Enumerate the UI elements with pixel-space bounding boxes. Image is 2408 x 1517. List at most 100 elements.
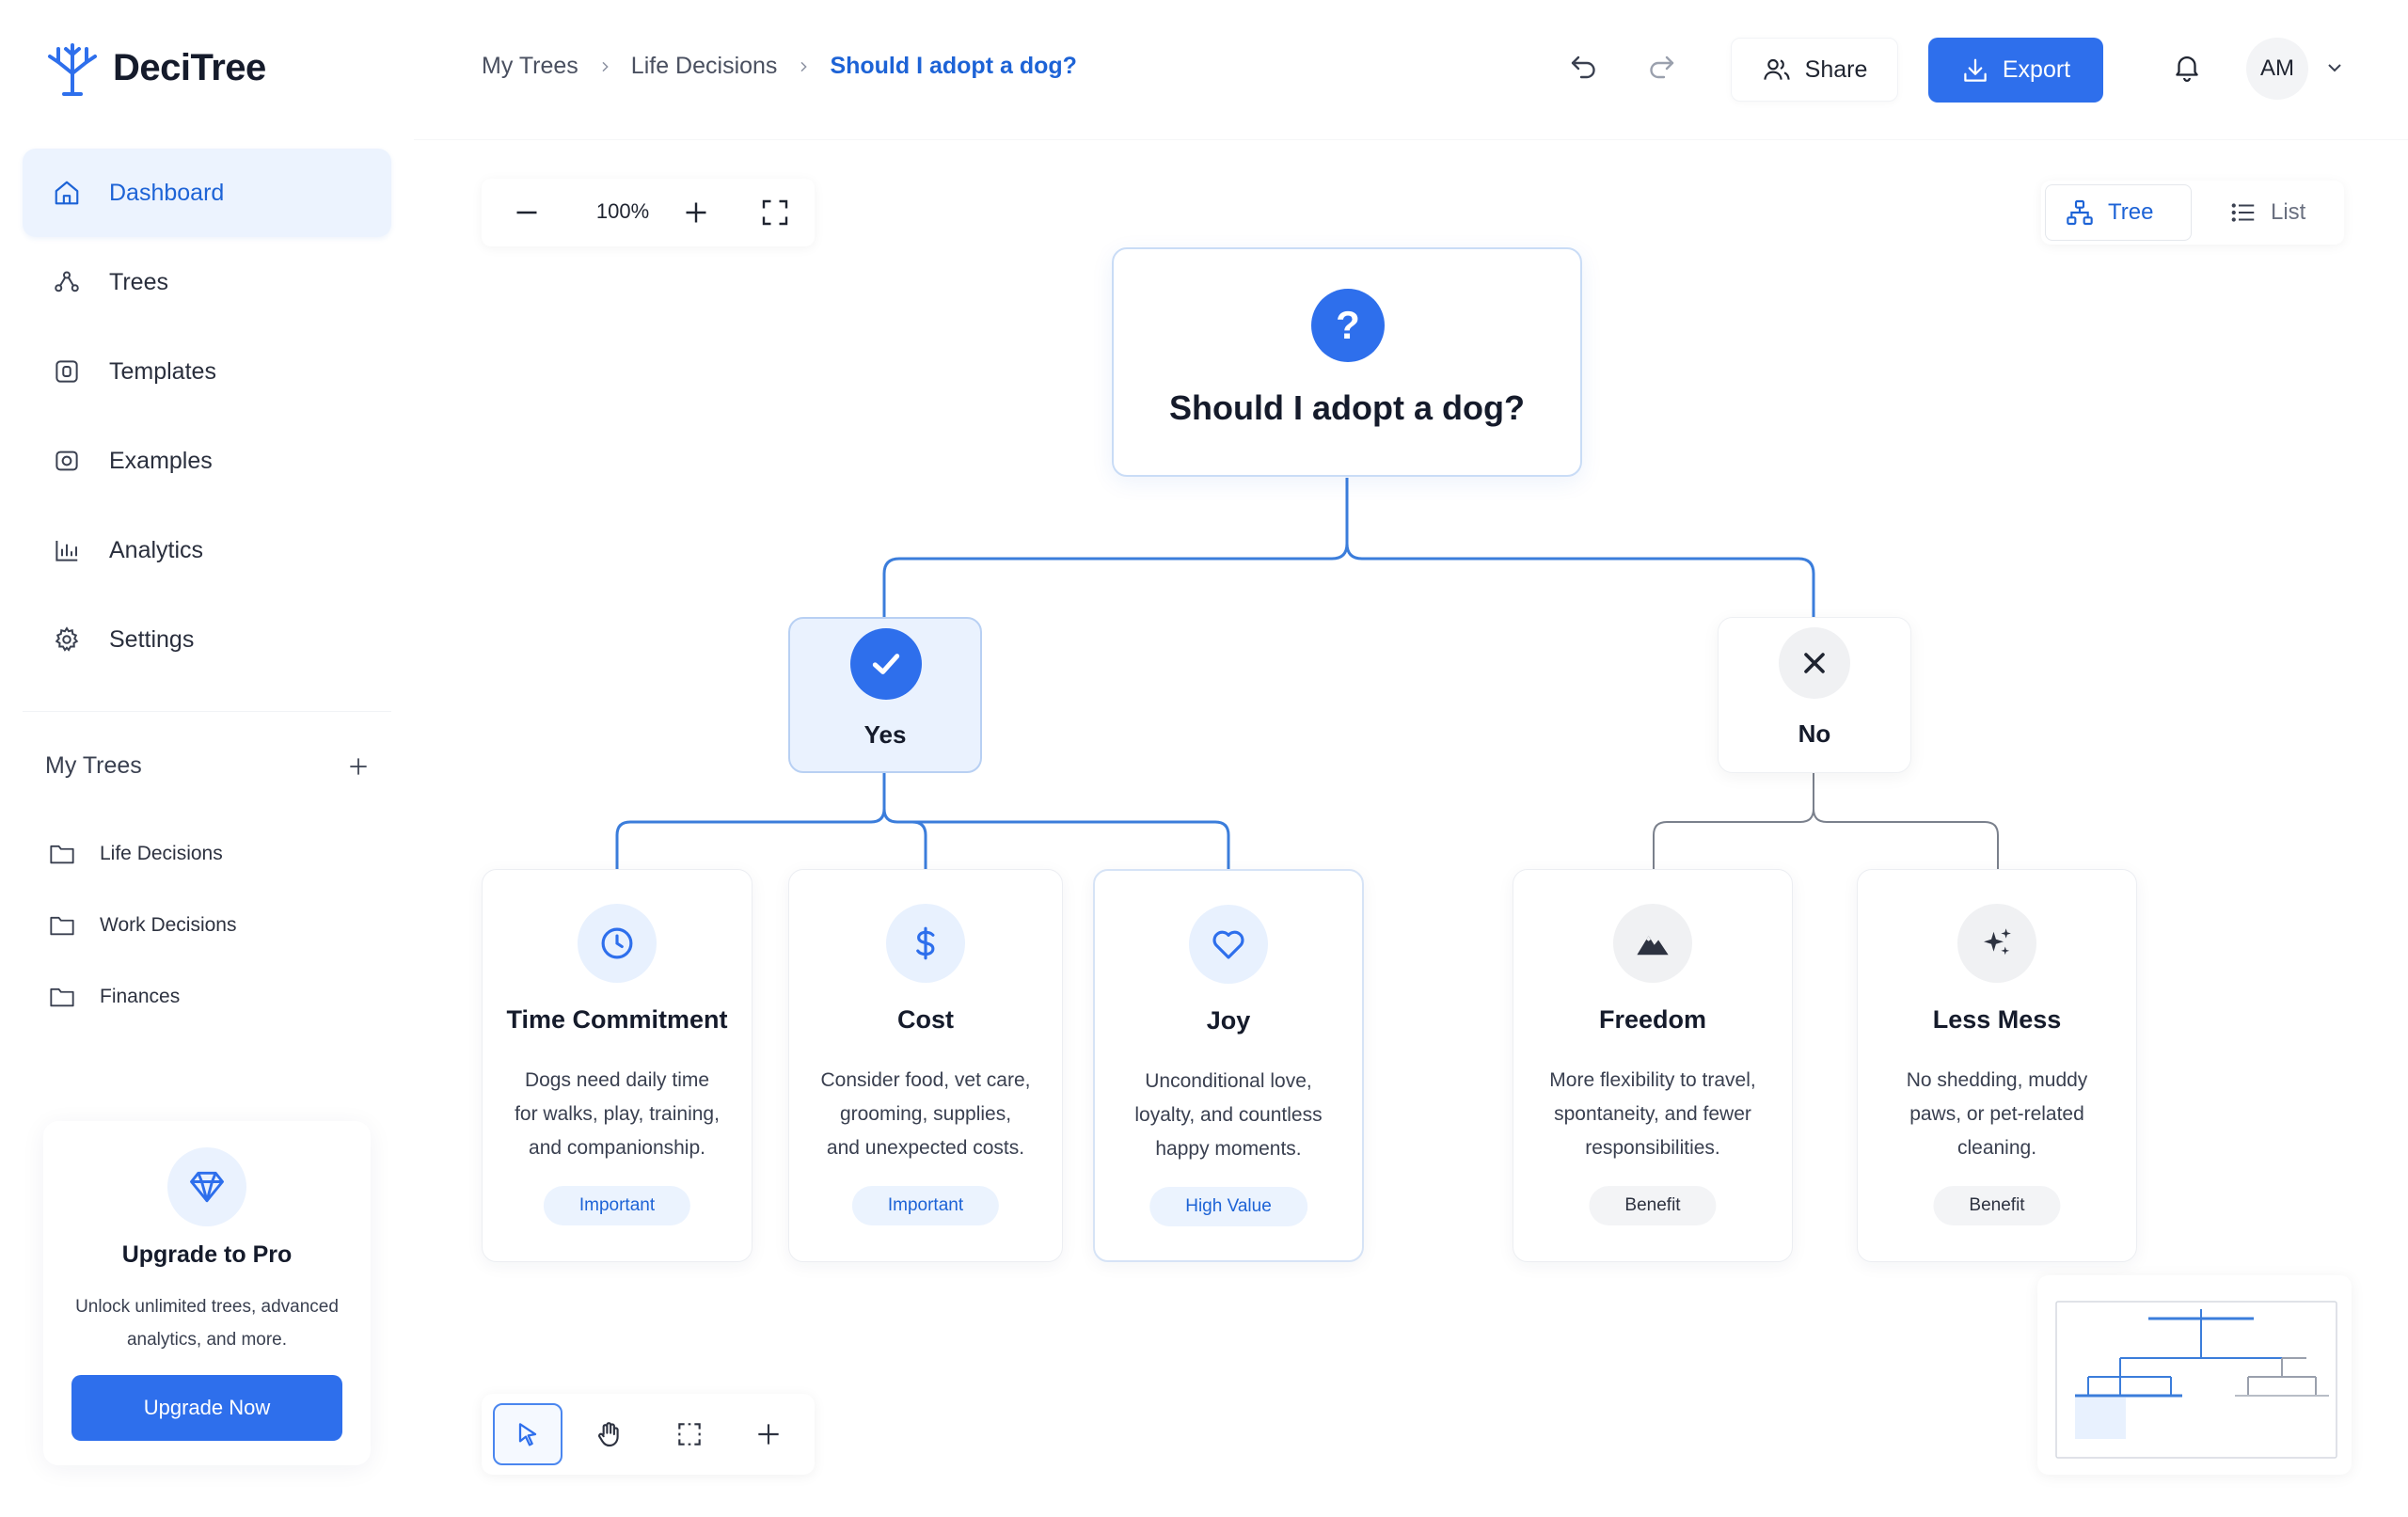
select-tool-button[interactable]	[493, 1403, 562, 1465]
breadcrumb-life-decisions[interactable]: Life Decisions	[631, 53, 778, 80]
tab-tree-view[interactable]: Tree	[2045, 184, 2192, 241]
undo-icon[interactable]	[1567, 49, 1601, 83]
edge-yes-joy	[912, 820, 1230, 869]
nav-item-settings[interactable]: Settings	[23, 595, 391, 684]
app-logo[interactable]: DeciTree	[45, 40, 266, 96]
branch-label: No	[1798, 719, 1831, 748]
zoom-out-icon[interactable]	[510, 196, 544, 229]
branch-node-no[interactable]: No	[1718, 617, 1911, 773]
leaf-desc-line: Consider food, vet care,	[820, 1069, 1031, 1091]
question-icon: ?	[1311, 289, 1385, 362]
folder-life-decisions[interactable]: Life Decisions	[49, 818, 236, 890]
root-node-title: Should I adopt a dog?	[1169, 388, 1525, 427]
chevron-right-icon	[800, 61, 808, 71]
leaf-node-less-mess[interactable]: Less Mess No shedding, muddy paws, or pe…	[1857, 869, 2137, 1262]
root-node[interactable]: ? Should I adopt a dog?	[1112, 247, 1582, 477]
breadcrumb-my-trees[interactable]: My Trees	[482, 53, 578, 80]
minimap[interactable]	[2037, 1275, 2352, 1475]
upgrade-card: Upgrade to Pro Unlock unlimited trees, a…	[43, 1121, 371, 1465]
nav-item-label: Analytics	[109, 536, 204, 563]
leaf-title: Freedom	[1598, 1005, 1707, 1034]
marquee-tool-button[interactable]	[655, 1403, 724, 1465]
redo-icon[interactable]	[1644, 49, 1678, 83]
sidebar-divider	[23, 711, 391, 712]
main-nav: Dashboard Trees Templates Examples Analy…	[23, 149, 391, 685]
leaf-title: Time Commitment	[506, 1005, 728, 1034]
importance-badge: High Value	[1149, 1187, 1307, 1226]
clock-icon	[578, 904, 657, 983]
tab-list-view[interactable]: List	[2210, 184, 2324, 241]
folder-label: Life Decisions	[100, 843, 223, 864]
add-node-tool-button[interactable]	[734, 1403, 803, 1465]
leaf-description: Dogs need daily time for walks, play, tr…	[499, 1064, 735, 1165]
leaf-desc-line: Unconditional love,	[1145, 1070, 1312, 1092]
leaf-desc-line: responsibilities.	[1585, 1137, 1720, 1159]
zoom-in-icon[interactable]	[679, 196, 713, 229]
avatar[interactable]: AM	[2246, 38, 2308, 100]
sidebar: DeciTree Dashboard Trees Templates Examp…	[0, 0, 414, 1517]
hand-icon	[598, 1422, 619, 1447]
leaf-description: No shedding, muddy paws, or pet-related …	[1875, 1064, 2119, 1165]
folder-icon	[50, 988, 74, 1007]
leaf-description: Consider food, vet care, grooming, suppl…	[806, 1064, 1045, 1165]
leaf-description: Unconditional love, loyalty, and countle…	[1112, 1065, 1345, 1166]
leaf-node-joy[interactable]: Joy Unconditional love, loyalty, and cou…	[1093, 869, 1364, 1262]
hierarchy-icon	[2067, 199, 2093, 226]
home-icon	[53, 179, 81, 207]
fit-screen-icon[interactable]	[758, 196, 792, 229]
folder-icon	[50, 845, 74, 864]
nav-item-analytics[interactable]: Analytics	[23, 506, 391, 594]
importance-badge: Important	[851, 1186, 1000, 1225]
leaf-desc-line: More flexibility to travel,	[1549, 1069, 1756, 1091]
breadcrumb: My Trees Life Decisions Should I adopt a…	[482, 53, 1077, 80]
edge-yes-cost	[882, 808, 927, 869]
leaf-node-time-commitment[interactable]: Time Commitment Dogs need daily time for…	[482, 869, 752, 1262]
folder-finances[interactable]: Finances	[49, 961, 236, 1033]
benefit-badge: Benefit	[1933, 1186, 2061, 1225]
mountain-icon	[1613, 904, 1692, 983]
edge-no-lessmess	[1813, 808, 1999, 869]
nav-item-examples[interactable]: Examples	[23, 417, 391, 505]
leaf-node-freedom[interactable]: Freedom More flexibility to travel, spon…	[1513, 869, 1793, 1262]
branch-node-yes[interactable]: Yes	[788, 617, 982, 773]
export-button[interactable]: Export	[1928, 38, 2103, 103]
minimap-preview	[2055, 1301, 2337, 1459]
upgrade-now-button[interactable]: Upgrade Now	[71, 1375, 342, 1441]
camera-icon	[53, 447, 81, 475]
x-icon	[1779, 627, 1850, 699]
share-button[interactable]: Share	[1731, 38, 1898, 102]
tab-label: List	[2271, 199, 2306, 225]
nav-item-trees[interactable]: Trees	[23, 238, 391, 326]
heart-icon	[1189, 905, 1268, 984]
chevron-down-icon[interactable]	[2323, 56, 2346, 79]
folder-work-decisions[interactable]: Work Decisions	[49, 890, 236, 961]
folder-label: Finances	[100, 986, 181, 1007]
leaf-node-cost[interactable]: Cost Consider food, vet care, grooming, …	[788, 869, 1063, 1262]
leaf-title: Joy	[1206, 1006, 1251, 1035]
leaf-title: Less Mess	[1932, 1005, 2062, 1034]
nav-item-label: Settings	[109, 625, 195, 653]
bar-chart-icon	[53, 536, 81, 564]
breadcrumb-current: Should I adopt a dog?	[830, 53, 1077, 79]
nav-item-templates[interactable]: Templates	[23, 327, 391, 416]
upgrade-desc-line: analytics, and more.	[126, 1330, 288, 1350]
canvas-toolbar	[482, 1394, 815, 1475]
selection-box-icon	[678, 1423, 701, 1446]
tree-logo-icon	[45, 40, 100, 96]
pan-tool-button[interactable]	[574, 1403, 643, 1465]
leaf-desc-line: for walks, play, training,	[515, 1103, 720, 1125]
edge-yes-time	[615, 773, 886, 869]
check-icon	[850, 628, 922, 700]
chevron-right-icon	[602, 61, 609, 71]
add-tree-button[interactable]	[346, 754, 371, 779]
leaf-desc-line: and companionship.	[529, 1137, 705, 1159]
dollar-icon	[886, 904, 965, 983]
bell-icon[interactable]	[2171, 51, 2205, 85]
tree-nodes-icon	[53, 268, 81, 296]
leaf-desc-line: and unexpected costs.	[826, 1137, 1025, 1159]
zoom-level: 100%	[595, 199, 650, 223]
leaf-desc-line: cleaning.	[1956, 1137, 2037, 1159]
leaf-description: More flexibility to travel, spontaneity,…	[1530, 1064, 1775, 1165]
nav-item-dashboard[interactable]: Dashboard	[23, 149, 391, 237]
app-name: DeciTree	[113, 46, 266, 88]
